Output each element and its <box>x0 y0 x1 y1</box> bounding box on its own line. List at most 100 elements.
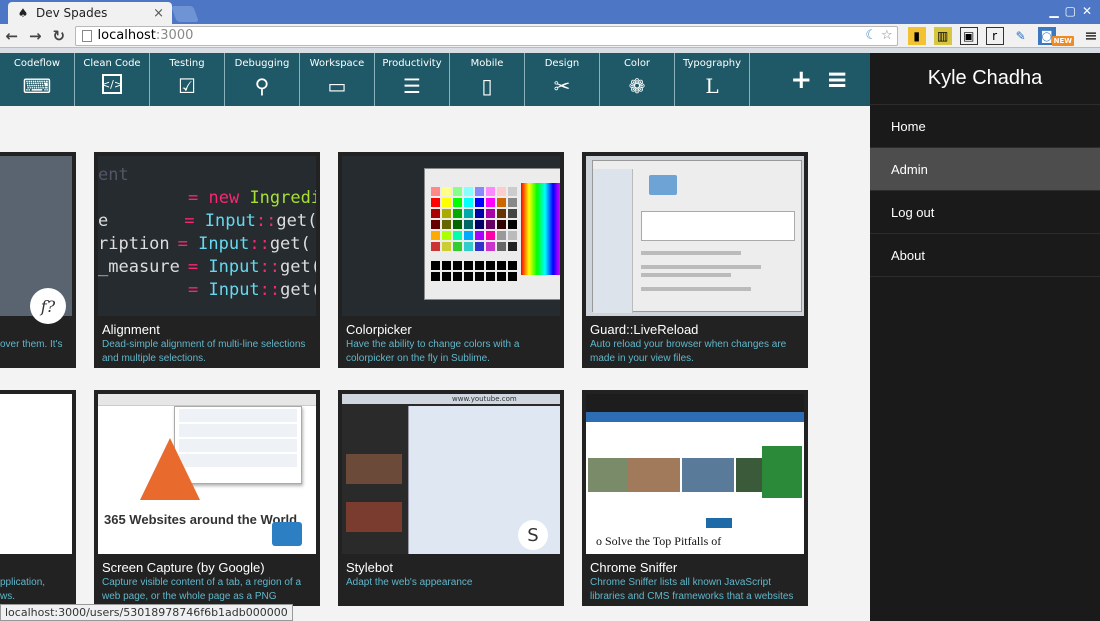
card-screen-capture[interactable]: 365 Websites around the World Screen Cap… <box>94 390 320 606</box>
f-question-icon: f? <box>30 288 66 324</box>
browser-toolbar: ← → ↻ localhost:3000 ☾ ☆ ▮ ▥ ▣ r ✎ ◙ NEW… <box>0 24 1100 48</box>
extensions: ▮ ▥ ▣ r ✎ ◙ NEW ≡ <box>907 26 1100 46</box>
category-codeflow[interactable]: Codeflow ⌨ <box>0 53 75 106</box>
awwwards-logo <box>140 438 200 500</box>
category-color[interactable]: Color ❁ <box>600 53 675 106</box>
color-swatch <box>497 198 506 207</box>
minimize-icon[interactable]: ▁ <box>1049 4 1058 18</box>
color-swatch <box>464 187 473 196</box>
tab-strip: ♠ Dev Spades × ▁ ▢ ✕ <box>0 0 1100 24</box>
color-swatch <box>442 187 451 196</box>
card-thumbnail <box>342 156 560 316</box>
star-icon[interactable]: ☆ <box>881 28 893 43</box>
forward-icon[interactable]: → <box>24 24 48 48</box>
color-swatch <box>431 209 440 218</box>
color-swatch <box>453 242 462 251</box>
browser-tab[interactable]: ♠ Dev Spades × <box>8 2 172 24</box>
checkbox-icon: ☑ <box>178 74 196 98</box>
maximize-icon[interactable]: ▢ <box>1065 4 1076 18</box>
color-swatch <box>475 242 484 251</box>
window-close-icon[interactable]: ✕ <box>1082 4 1092 18</box>
color-swatch <box>508 220 517 229</box>
category-productivity[interactable]: Productivity ☰ <box>375 53 450 106</box>
card-description: Have the ability to change colors with a… <box>346 339 520 364</box>
card-alignment[interactable]: ent = new Ingredi e = Input::get( ription… <box>94 152 320 368</box>
category-mobile[interactable]: Mobile ▯ <box>450 53 525 106</box>
page-icon <box>81 29 92 42</box>
color-swatch <box>431 242 440 251</box>
close-icon[interactable]: × <box>153 6 164 21</box>
color-swatch <box>453 198 462 207</box>
color-swatch <box>486 220 495 229</box>
category-typography[interactable]: Typography L <box>675 53 750 106</box>
card-thumbnail: ent = new Ingredi e = Input::get( ription… <box>98 156 316 316</box>
typography-icon: L <box>705 74 719 98</box>
card-description: Capture visible content of a tab, a regi… <box>102 577 302 602</box>
stylebot-s-icon: S <box>518 520 548 550</box>
menu-icon[interactable]: ≡ <box>1082 26 1100 45</box>
color-swatch <box>453 231 462 240</box>
card-stylebot[interactable]: www.youtube.com S Stylebot Adapt the web… <box>338 390 564 606</box>
color-swatch <box>486 209 495 218</box>
color-swatch <box>442 231 451 240</box>
card-partial-bottom[interactable]: pplication, ws. <box>0 390 76 606</box>
color-swatch <box>464 231 473 240</box>
color-swatch <box>475 187 484 196</box>
nav-about[interactable]: About <box>870 234 1100 277</box>
color-swatch <box>431 231 440 240</box>
address-bar[interactable]: localhost:3000 ☾ ☆ <box>74 25 898 46</box>
nav-log-out[interactable]: Log out <box>870 191 1100 234</box>
color-swatch <box>508 231 517 240</box>
card-chrome-sniffer[interactable]: o Solve the Top Pitfalls of Chrome Sniff… <box>582 390 808 606</box>
moon-icon[interactable]: ☾ <box>865 28 877 43</box>
color-swatch <box>453 220 462 229</box>
spade-icon: ♠ <box>17 6 29 20</box>
color-swatch <box>497 187 506 196</box>
color-swatch <box>486 242 495 251</box>
user-name: Kyle Chadha <box>870 53 1100 105</box>
color-swatch <box>486 231 495 240</box>
r-icon[interactable]: r <box>985 26 1004 45</box>
card-description: Dead-simple alignment of multi-line sele… <box>102 339 306 364</box>
palette-icon: ❁ <box>628 74 646 98</box>
ruler-icon[interactable]: ▥ <box>933 26 952 45</box>
card-description: Chrome Sniffer lists all known JavaScrip… <box>590 577 794 602</box>
card-title: Guard::LiveReload <box>590 322 699 337</box>
color-swatch <box>453 209 462 218</box>
color-swatch <box>475 231 484 240</box>
add-icon[interactable]: + <box>790 65 812 95</box>
page-content: Codeflow ⌨ Clean Code </> Testing ☑ Debu… <box>0 53 870 621</box>
category-testing[interactable]: Testing ☑ <box>150 53 225 106</box>
plug-icon[interactable]: ▮ <box>907 26 926 45</box>
color-swatch <box>431 220 440 229</box>
new-tab-button[interactable] <box>171 6 199 22</box>
color-swatch <box>453 187 462 196</box>
color-swatch <box>497 220 506 229</box>
category-design[interactable]: Design ✂ <box>525 53 600 106</box>
category-clean-code[interactable]: Clean Code </> <box>75 53 150 106</box>
window-icon[interactable]: ▣ <box>959 26 978 45</box>
card-thumbnail: 365 Websites around the World <box>98 394 316 554</box>
category-workspace[interactable]: Workspace ▭ <box>300 53 375 106</box>
card-title: Screen Capture (by Google) <box>102 560 265 575</box>
color-swatch <box>431 187 440 196</box>
nav-home[interactable]: Home <box>870 105 1100 148</box>
card-title: Alignment <box>102 322 160 337</box>
hamburger-menu-icon[interactable]: ≡ <box>826 65 848 95</box>
color-swatch <box>508 198 517 207</box>
reload-icon[interactable]: ↻ <box>47 24 71 48</box>
back-icon[interactable]: ← <box>0 24 24 48</box>
checklist-icon: ☰ <box>403 74 421 98</box>
eyedropper-icon[interactable]: ✎ <box>1012 27 1030 45</box>
card-partial-top[interactable]: f? over them. It's <box>0 152 76 368</box>
category-debugging[interactable]: Debugging ⚲ <box>225 53 300 106</box>
card-description: Auto reload your browser when changes ar… <box>590 339 787 364</box>
nav-admin[interactable]: Admin <box>870 148 1100 191</box>
card-guard-livereload[interactable]: Guard::LiveReload Auto reload your brows… <box>582 152 808 368</box>
card-title: Colorpicker <box>346 322 412 337</box>
color-swatch <box>508 209 517 218</box>
card-colorpicker[interactable]: Colorpicker Have the ability to change c… <box>338 152 564 368</box>
card-title: Stylebot <box>346 560 393 575</box>
color-swatch <box>442 242 451 251</box>
color-swatch <box>442 220 451 229</box>
